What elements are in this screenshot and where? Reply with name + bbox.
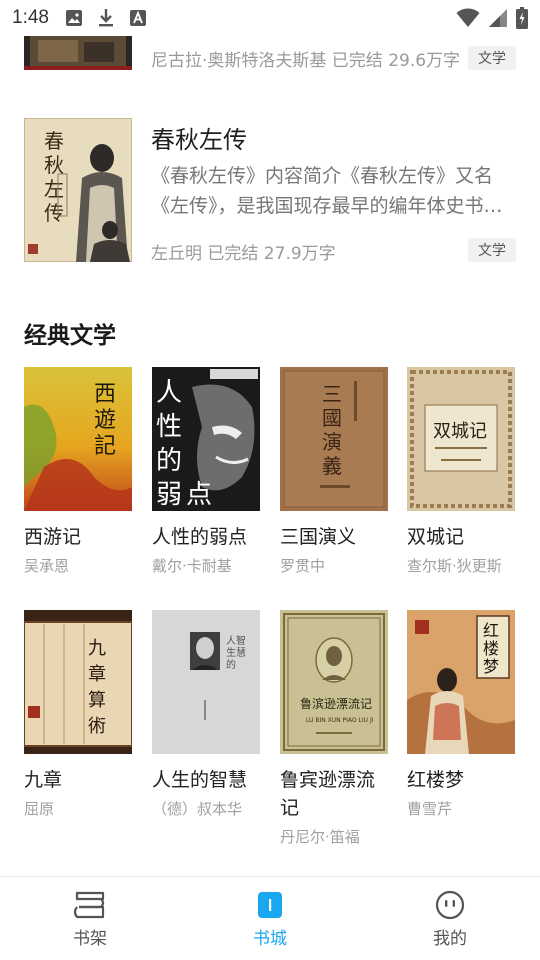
book-author: 丹尼尔·笛福 [280,828,360,846]
book-author: 屈原 [24,800,55,818]
book-name: 红楼梦 [407,769,465,791]
nav-item-bookshelf[interactable]: 书架 [0,877,180,960]
book-cover-image: 双城记 [407,367,515,511]
book-title: 春秋左传 [151,126,247,154]
nav-item-mine[interactable]: 我的 [360,877,540,960]
book-cover-image: 红 楼 梦 [407,610,515,754]
svg-text:传: 传 [44,201,64,225]
wifi-icon [456,8,480,27]
svg-text:春: 春 [44,129,64,153]
book-meta: 尼古拉·奥斯特洛夫斯基 已完结 29.6万字 [151,51,461,71]
book-name: 九章 [24,769,63,791]
book-author: 戴尔·卡耐基 [152,557,232,575]
svg-text:秋: 秋 [44,153,64,177]
svg-text:性: 性 [156,412,182,442]
svg-text:人: 人 [226,635,236,647]
book-cover-image: 人 性 的 弱 点 [152,367,260,511]
book-author: 吴承恩 [24,557,70,575]
book-name: 三国演义 [280,526,357,548]
svg-text:弱: 弱 [156,480,182,510]
status-bar: 1:48 [0,0,540,36]
book-cover-image: 九 章 算 術 [24,610,132,754]
svg-text:的: 的 [156,446,182,476]
svg-text:智: 智 [236,634,246,647]
book-name: 鲁宾逊漂流记 [280,769,376,819]
bookstore-icon [258,892,282,918]
book-grid-item[interactable]: 人 性 的 弱 点 人性的弱点 戴尔·卡耐基 [152,367,260,576]
nav-label-mine: 我的 [433,929,467,949]
book-name: 西游记 [24,526,82,548]
svg-text:点: 点 [186,480,212,510]
book-author: 查尔斯·狄更斯 [407,557,502,575]
category-tag: 文学 [468,46,516,70]
book-grid-item[interactable]: 人 生 的 智 慧 人生的智慧 （德）叔本华 [152,610,260,819]
book-list-item[interactable]: 尼古拉·奥斯特洛夫斯基 已完结 29.6万字 文学 [0,36,540,76]
book-author: （德）叔本华 [152,800,243,818]
book-name: 人性的弱点 [152,526,248,548]
svg-text:術: 術 [88,716,106,737]
book-cover-image: 鲁滨逊漂流记 LU BIN XUN PIAO LIU JI [280,610,388,754]
book-grid-item[interactable]: 西 遊 記 西游记 吴承恩 [24,367,132,576]
svg-text:的: 的 [226,658,236,671]
book-author: 罗贯中 [280,557,326,575]
category-tag: 文学 [468,238,516,262]
bookshelf-icon [73,891,105,919]
svg-text:國: 國 [322,406,342,430]
book-cover-image: 三 國 演 義 [280,367,388,511]
svg-text:演: 演 [322,430,342,454]
book-author: 曹雪芹 [407,800,453,818]
book-grid-item[interactable]: 三 國 演 義 三国演义 罗贯中 [280,367,388,576]
svg-text:生: 生 [226,646,236,659]
book-meta: 左丘明 已完结 27.9万字 [151,244,336,264]
book-list-item[interactable]: 春 秋 左 传 春秋左传 《春秋左传》内容简介《春秋左传》又名 《左传》，是我国… [0,118,540,264]
nav-label-bookshelf: 书架 [73,929,107,949]
book-cover-image [24,36,132,70]
book-name: 人生的智慧 [152,769,248,791]
nav-label-bookstore: 书城 [253,929,287,949]
bottom-navigation: 书架 书城 我的 [0,876,540,960]
book-cover-image: 西 遊 記 [24,367,132,511]
svg-text:梦: 梦 [483,657,499,676]
svg-text:九: 九 [88,638,106,659]
download-icon [98,9,113,27]
battery-icon [516,7,528,29]
svg-text:鲁滨逊漂流记: 鲁滨逊漂流记 [300,696,372,711]
book-grid-item[interactable]: 九 章 算 術 九章 屈原 [24,610,132,819]
svg-text:記: 記 [94,434,116,459]
section-title: 经典文学 [24,323,116,349]
svg-text:红: 红 [483,621,499,640]
svg-text:三: 三 [322,382,342,406]
svg-text:章: 章 [88,664,106,685]
book-name: 双城记 [407,526,465,548]
svg-text:楼: 楼 [483,639,499,658]
book-grid-item[interactable]: 鲁滨逊漂流记 LU BIN XUN PIAO LIU JI 鲁宾逊漂流记 丹尼尔… [280,610,388,847]
a-app-icon [129,10,146,26]
status-time: 1:48 [12,7,49,28]
svg-text:LU BIN XUN PIAO LIU JI: LU BIN XUN PIAO LIU JI [306,717,374,724]
book-description-line2: 《左传》，是我国现存最早的编年体史书，相传是春秋末年鲁国史官左丘明所作 [151,195,519,217]
book-cover-image: 春 秋 左 传 [24,118,132,262]
book-cover-image: 人 生 的 智 慧 [152,610,260,754]
image-icon [65,10,82,26]
book-grid-item[interactable]: 双城记 双城记 查尔斯·狄更斯 [407,367,515,576]
svg-text:左: 左 [44,177,64,201]
signal-icon [489,9,507,27]
book-description-line1: 《春秋左传》内容简介《春秋左传》又名 [151,165,494,187]
svg-text:慧: 慧 [236,646,246,659]
svg-text:算: 算 [88,690,106,711]
svg-text:遊: 遊 [94,408,116,433]
svg-text:西: 西 [94,382,116,407]
book-description: 《春秋左传》内容简介《春秋左传》又名 《左传》，是我国现存最早的编年体史书，相传… [151,161,519,221]
svg-text:人: 人 [156,378,182,408]
svg-text:義: 義 [322,454,342,478]
nav-item-bookstore[interactable]: 书城 [180,877,360,960]
profile-face-icon [435,890,465,920]
book-grid-item[interactable]: 红 楼 梦 红楼梦 曹雪芹 [407,610,515,819]
svg-text:双城记: 双城记 [433,421,487,442]
